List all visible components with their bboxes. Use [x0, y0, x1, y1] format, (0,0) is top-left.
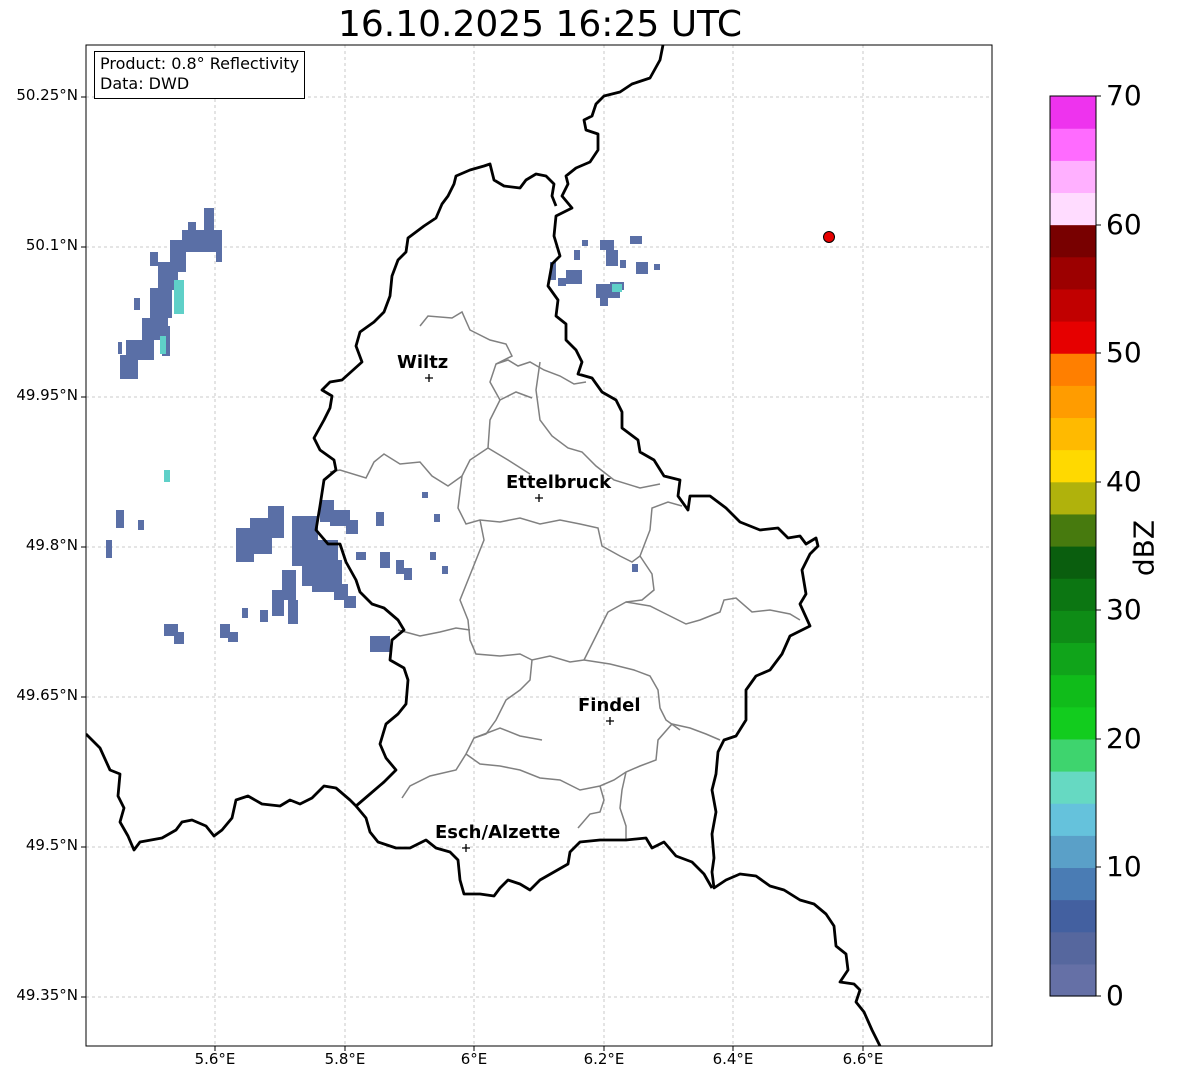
lon-label: 5.8°E — [324, 1050, 366, 1068]
colorbar-segment — [1050, 674, 1096, 708]
city-marker-esch — [462, 844, 470, 852]
colorbar-segment — [1050, 610, 1096, 644]
colorbar-tick-label: 30 — [1106, 593, 1142, 626]
colorbar-segment — [1050, 96, 1096, 129]
colorbar-segment — [1050, 578, 1096, 611]
colorbar-ticks — [1096, 95, 1101, 997]
lat-label: 49.5°N — [25, 836, 78, 854]
city-marker-ettelbruck — [535, 494, 543, 502]
city-marker-wiltz — [425, 374, 433, 382]
colorbar-title: dBZ — [1127, 519, 1161, 577]
colorbar-tick-label: 70 — [1106, 79, 1142, 112]
lat-label: 50.1°N — [25, 236, 78, 254]
colorbar-segment — [1050, 931, 1096, 965]
colorbar-segment — [1050, 481, 1096, 515]
lat-label: 49.35°N — [16, 986, 78, 1004]
canton-boundaries — [329, 310, 801, 840]
colorbar-tick-label: 0 — [1106, 979, 1124, 1012]
product-info-box: Product: 0.8° Reflectivity Data: DWD — [94, 51, 306, 99]
lon-label: 6.4°E — [712, 1050, 754, 1068]
lat-label: 49.95°N — [16, 386, 78, 404]
city-label-ettelbruck: Ettelbruck — [506, 472, 612, 493]
city-marker-findel — [606, 717, 614, 725]
colorbar-segment — [1050, 835, 1096, 869]
colorbar-segment — [1050, 160, 1096, 194]
colorbar-segment — [1050, 513, 1096, 547]
colorbar-segment — [1050, 417, 1096, 451]
city-label-wiltz: Wiltz — [397, 352, 448, 373]
lon-label: 6.6°E — [842, 1050, 884, 1068]
colorbar-segment — [1050, 321, 1096, 354]
colorbar-tick-label: 20 — [1106, 722, 1142, 755]
city-label-esch: Esch/Alzette — [435, 822, 560, 843]
colorbar-tick-label: 50 — [1106, 336, 1142, 369]
map-frame — [85, 44, 993, 1047]
radar-echoes-light — [160, 280, 622, 482]
colorbar-segment — [1050, 803, 1096, 836]
lon-label: 5.6°E — [194, 1050, 236, 1068]
product-label: Product: 0.8° Reflectivity — [100, 54, 300, 73]
colorbar-segment — [1050, 899, 1096, 933]
colorbar-segment — [1050, 353, 1096, 386]
colorbar-segment — [1050, 771, 1096, 804]
colorbar-segment — [1050, 224, 1096, 258]
colorbar-tick-label: 60 — [1106, 208, 1142, 241]
lon-label: 6°E — [460, 1050, 488, 1068]
colorbar-segment — [1050, 128, 1096, 161]
city-markers — [425, 374, 614, 852]
colorbar-segment — [1050, 867, 1096, 901]
lat-label: 49.65°N — [16, 686, 78, 704]
radar-map: Wiltz Ettelbruck Findel Esch/Alzette — [81, 44, 1101, 1051]
colorbar-segment — [1050, 256, 1096, 290]
lon-label: 6.2°E — [583, 1050, 625, 1068]
city-label-findel: Findel — [578, 695, 641, 716]
colorbar-segment — [1050, 963, 1096, 997]
data-source-label: Data: DWD — [100, 74, 190, 93]
colorbar-segment — [1050, 706, 1096, 740]
national-borders — [86, 45, 882, 1046]
colorbar-segment — [1050, 642, 1096, 676]
colorbar-segment — [1050, 449, 1096, 483]
colorbar-segment — [1050, 546, 1096, 579]
colorbar-segment — [1050, 192, 1096, 226]
radar-site-marker — [823, 231, 835, 243]
colorbar-tick-label: 40 — [1106, 465, 1142, 498]
colorbar-tick-label: 10 — [1106, 850, 1142, 883]
grid — [86, 45, 992, 1046]
colorbar-segment — [1050, 385, 1096, 419]
colorbar — [1050, 96, 1096, 997]
lat-label: 49.8°N — [25, 536, 78, 554]
colorbar-segment — [1050, 738, 1096, 772]
colorbar-segment — [1050, 288, 1096, 322]
radar-echoes — [106, 208, 660, 652]
lat-label: 50.25°N — [16, 86, 78, 104]
